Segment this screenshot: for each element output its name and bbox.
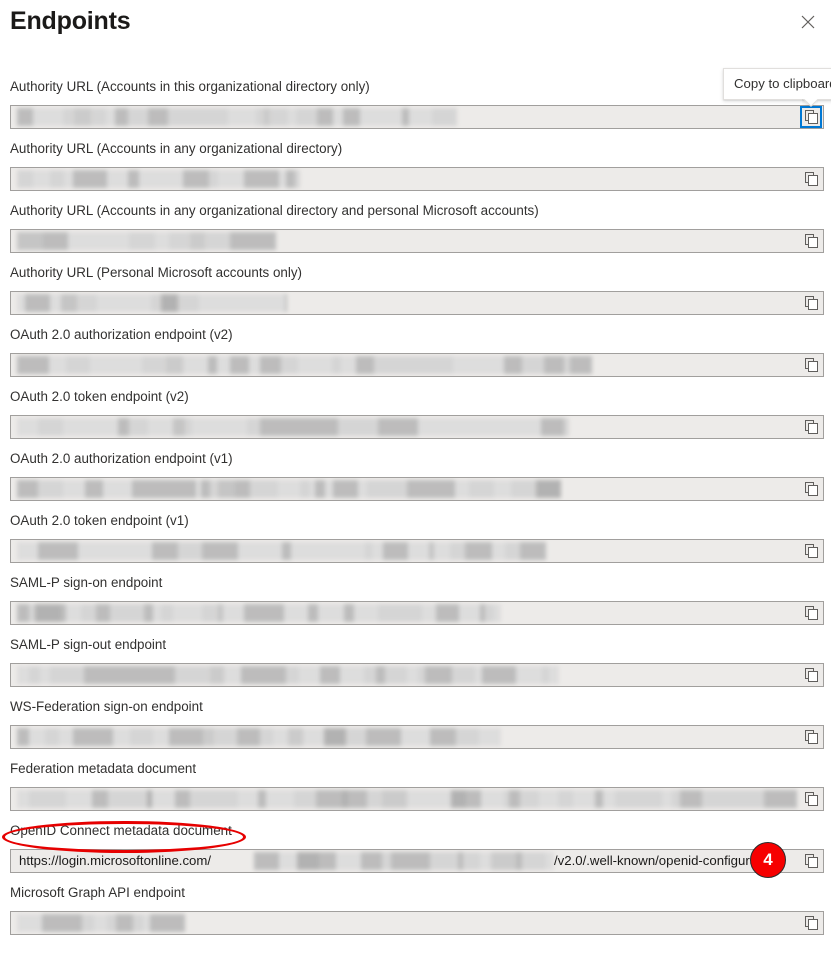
- redacted-value: [254, 852, 554, 870]
- endpoint-row: OAuth 2.0 token endpoint (v1): [0, 512, 831, 574]
- copy-icon: [804, 730, 818, 744]
- endpoint-row: WS-Federation sign-on endpoint: [0, 698, 831, 760]
- copy-icon: [804, 172, 818, 186]
- endpoint-value-field[interactable]: [10, 477, 824, 501]
- copy-to-clipboard-button[interactable]: [801, 169, 821, 189]
- copy-to-clipboard-button[interactable]: [801, 603, 821, 623]
- endpoint-row: OAuth 2.0 authorization endpoint (v1): [0, 450, 831, 512]
- endpoint-value-suffix: /v2.0/.well-known/openid-configuration: [554, 853, 779, 868]
- redacted-value: [17, 170, 300, 188]
- endpoint-row: OAuth 2.0 authorization endpoint (v2): [0, 326, 831, 388]
- endpoint-label: OAuth 2.0 authorization endpoint (v1): [10, 451, 233, 466]
- copy-icon: [804, 110, 818, 124]
- endpoint-row: Authority URL (Accounts in any organizat…: [0, 202, 831, 264]
- copy-to-clipboard-button[interactable]: [801, 231, 821, 251]
- endpoint-label: Authority URL (Accounts in any organizat…: [10, 141, 343, 156]
- endpoint-label: OpenID Connect metadata document: [10, 823, 232, 838]
- endpoint-value-field[interactable]: [10, 911, 824, 935]
- endpoint-value-field[interactable]: [10, 291, 824, 315]
- copy-to-clipboard-button[interactable]: [801, 727, 821, 747]
- copy-icon: [804, 296, 818, 310]
- copy-to-clipboard-button[interactable]: [801, 541, 821, 561]
- endpoint-row: Authority URL (Personal Microsoft accoun…: [0, 264, 831, 326]
- endpoint-value-field[interactable]: [10, 601, 824, 625]
- copy-icon: [804, 544, 818, 558]
- copy-icon: [804, 420, 818, 434]
- copy-to-clipboard-button[interactable]: [801, 355, 821, 375]
- close-button[interactable]: [793, 7, 823, 37]
- redacted-value: [17, 728, 501, 746]
- endpoints-panel: Endpoints Copy to clipboard Authority UR…: [0, 0, 831, 956]
- redacted-value: [17, 294, 287, 312]
- endpoint-row: Microsoft Graph API endpoint: [0, 884, 831, 946]
- endpoint-row: OpenID Connect metadata document https://…: [0, 822, 831, 884]
- endpoint-label: Authority URL (Accounts in this organiza…: [10, 79, 370, 94]
- copy-to-clipboard-button[interactable]: [801, 293, 821, 313]
- redacted-value: [17, 914, 185, 932]
- endpoint-label: Federation metadata document: [10, 761, 197, 776]
- redacted-value: [17, 480, 561, 498]
- endpoint-label: OAuth 2.0 authorization endpoint (v2): [10, 327, 233, 342]
- endpoints-list: Authority URL (Accounts in this organiza…: [0, 78, 831, 946]
- endpoint-label: OAuth 2.0 token endpoint (v2): [10, 389, 189, 404]
- endpoint-label: Authority URL (Personal Microsoft accoun…: [10, 265, 302, 280]
- endpoint-value-prefix: https://login.microsoftonline.com/: [19, 853, 212, 868]
- copy-icon: [804, 792, 818, 806]
- copy-to-clipboard-button[interactable]: [801, 851, 821, 871]
- close-icon: [801, 15, 815, 29]
- endpoint-value-field[interactable]: [10, 353, 824, 377]
- copy-icon: [804, 358, 818, 372]
- redacted-value: [17, 790, 797, 808]
- endpoint-value-field[interactable]: [10, 787, 824, 811]
- endpoint-label: WS-Federation sign-on endpoint: [10, 699, 203, 714]
- copy-to-clipboard-button[interactable]: [801, 913, 821, 933]
- redacted-value: [17, 666, 559, 684]
- redacted-value: [17, 232, 276, 250]
- copy-tooltip-label: Copy to clipboard: [734, 76, 831, 92]
- copy-tooltip: Copy to clipboard: [723, 68, 831, 100]
- redacted-value: [17, 356, 592, 374]
- endpoint-label: SAML-P sign-on endpoint: [10, 575, 163, 590]
- endpoint-value-field[interactable]: https://login.microsoftonline.com/ /v2.0/…: [10, 849, 824, 873]
- copy-icon: [804, 668, 818, 682]
- redacted-value: [17, 418, 569, 436]
- copy-icon: [804, 854, 818, 868]
- endpoint-label: OAuth 2.0 token endpoint (v1): [10, 513, 189, 528]
- copy-icon: [804, 916, 818, 930]
- endpoint-value-field[interactable]: [10, 105, 824, 129]
- endpoint-value-field[interactable]: [10, 415, 824, 439]
- endpoint-row: SAML-P sign-on endpoint: [0, 574, 831, 636]
- copy-to-clipboard-button[interactable]: [801, 417, 821, 437]
- copy-icon: [804, 606, 818, 620]
- copy-to-clipboard-button[interactable]: [801, 665, 821, 685]
- endpoint-value-field[interactable]: [10, 167, 824, 191]
- endpoint-label: SAML-P sign-out endpoint: [10, 637, 167, 652]
- copy-tooltip-arrow: [802, 99, 818, 108]
- endpoint-label: Microsoft Graph API endpoint: [10, 885, 185, 900]
- endpoint-value-field[interactable]: [10, 663, 824, 687]
- redacted-value: [17, 604, 501, 622]
- endpoint-row: Federation metadata document: [0, 760, 831, 822]
- endpoint-row: SAML-P sign-out endpoint: [0, 636, 831, 698]
- panel-header: Endpoints: [0, 0, 831, 52]
- endpoint-label: Authority URL (Accounts in any organizat…: [10, 203, 539, 218]
- endpoint-value-field[interactable]: [10, 229, 824, 253]
- endpoint-value-field[interactable]: [10, 539, 824, 563]
- page-title: Endpoints: [10, 7, 131, 35]
- endpoint-row: Authority URL (Accounts in this organiza…: [0, 78, 831, 140]
- copy-to-clipboard-button[interactable]: [801, 479, 821, 499]
- endpoint-row: OAuth 2.0 token endpoint (v2): [0, 388, 831, 450]
- endpoint-row: Authority URL (Accounts in any organizat…: [0, 140, 831, 202]
- copy-icon: [804, 482, 818, 496]
- copy-to-clipboard-button[interactable]: [800, 106, 822, 128]
- endpoint-value-field[interactable]: [10, 725, 824, 749]
- annotation-step-badge: 4: [750, 842, 786, 878]
- copy-to-clipboard-button[interactable]: [801, 789, 821, 809]
- redacted-value: [17, 108, 457, 126]
- copy-icon: [804, 234, 818, 248]
- redacted-value: [17, 542, 546, 560]
